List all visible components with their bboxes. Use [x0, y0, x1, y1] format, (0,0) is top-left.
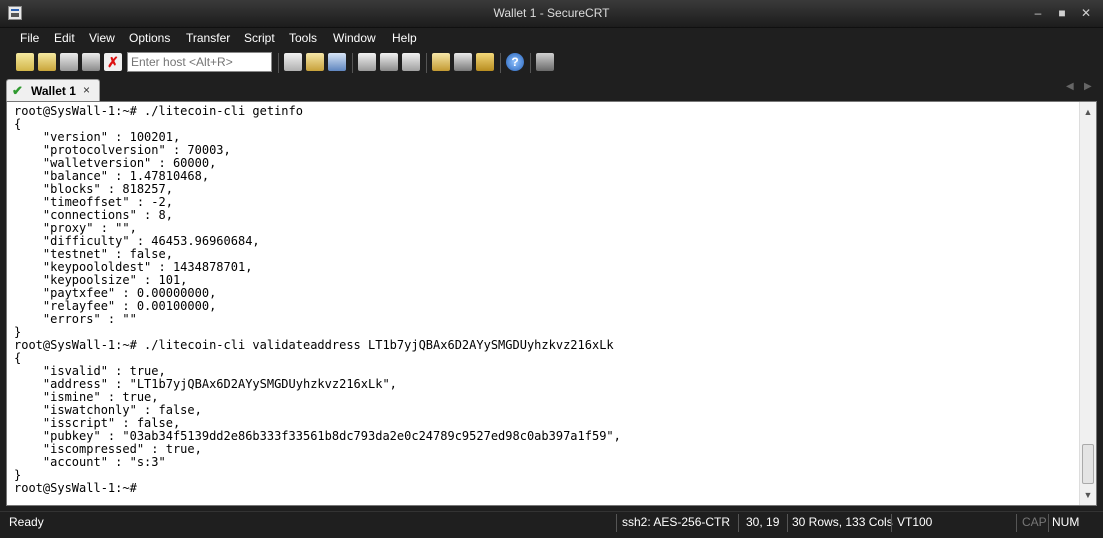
- status-caps-lock: CAP: [1022, 515, 1047, 529]
- terminal-line: "difficulty" : 46453.96960684,: [14, 234, 260, 248]
- print-selection-icon[interactable]: [380, 53, 398, 71]
- connect-in-tab-icon[interactable]: [60, 53, 78, 71]
- disconnect-icon[interactable]: ✗: [104, 53, 122, 71]
- terminal-line: "blocks" : 818257,: [14, 182, 173, 196]
- status-protocol: ssh2: AES-256-CTR: [622, 515, 731, 529]
- paste-icon[interactable]: [306, 53, 324, 71]
- scrollbar-thumb[interactable]: [1082, 444, 1094, 484]
- print-icon[interactable]: [358, 53, 376, 71]
- status-bar: Ready ssh2: AES-256-CTR 30, 19 30 Rows, …: [0, 511, 1103, 533]
- toolbar-divider: [500, 53, 501, 73]
- tab-scroll-right-icon[interactable]: ▶: [1084, 81, 1092, 92]
- window-title: Wallet 1 - SecureCRT: [493, 6, 610, 20]
- menu-tools[interactable]: Tools: [289, 31, 317, 45]
- terminal-line: root@SysWall-1:~#: [14, 481, 137, 495]
- menu-view[interactable]: View: [89, 31, 115, 45]
- terminal-window[interactable]: root@SysWall-1:~# ./litecoin-cli getinfo…: [6, 101, 1097, 506]
- title-bar: Wallet 1 - SecureCRT – ■ ✕: [0, 0, 1103, 28]
- tab-strip: ✔ Wallet 1 ×: [0, 77, 1103, 101]
- status-emulation: VT100: [897, 515, 933, 529]
- vertical-scrollbar[interactable]: ▲ ▼: [1079, 102, 1096, 505]
- terminal-output[interactable]: root@SysWall-1:~# ./litecoin-cli getinfo…: [14, 105, 1074, 503]
- menu-edit[interactable]: Edit: [54, 31, 75, 45]
- key-icon[interactable]: [476, 53, 494, 71]
- menu-transfer[interactable]: Transfer: [186, 31, 230, 45]
- toolbar-divider: [278, 53, 279, 73]
- toolbar-divider: [426, 53, 427, 73]
- quick-connect-icon[interactable]: [38, 53, 56, 71]
- toolbar: ✗ ?: [0, 50, 1103, 76]
- terminal-line: }: [14, 468, 22, 482]
- menu-bar: File Edit View Options Transfer Script T…: [0, 29, 1103, 49]
- status-terminal-size: 30 Rows, 133 Cols: [792, 515, 893, 529]
- status-num-lock: NUM: [1052, 515, 1080, 529]
- terminal-line: "connections" : 8,: [14, 208, 173, 222]
- terminal-line: root@SysWall-1:~# ./litecoin-cli getinfo: [14, 104, 303, 118]
- enter-host-input[interactable]: [127, 52, 272, 72]
- global-options-icon[interactable]: [454, 53, 472, 71]
- status-divider: [1016, 514, 1017, 532]
- terminal-line: "relayfee" : 0.00100000,: [14, 299, 217, 313]
- tab-label: Wallet 1: [31, 84, 76, 98]
- close-button[interactable]: ✕: [1075, 4, 1097, 22]
- status-cursor-position: 30, 19: [746, 515, 780, 529]
- help-icon[interactable]: ?: [506, 53, 524, 71]
- terminal-line: "timeoffset" : -2,: [14, 195, 173, 209]
- toolbar-divider: [530, 53, 531, 73]
- session-options-icon[interactable]: [432, 53, 450, 71]
- status-divider: [616, 514, 617, 532]
- print-setup-icon[interactable]: [402, 53, 420, 71]
- tab-close-icon[interactable]: ×: [83, 83, 90, 97]
- scroll-down-icon[interactable]: ▼: [1080, 487, 1096, 503]
- connect-icon[interactable]: [16, 53, 34, 71]
- status-ready: Ready: [9, 515, 44, 529]
- status-divider: [891, 514, 892, 532]
- minimize-button[interactable]: –: [1027, 4, 1049, 22]
- terminal-line: "account" : "s:3": [14, 455, 166, 469]
- connected-check-icon: ✔: [12, 83, 23, 98]
- status-divider: [787, 514, 788, 532]
- menu-file[interactable]: File: [20, 31, 39, 45]
- copy-icon[interactable]: [284, 53, 302, 71]
- status-divider: [738, 514, 739, 532]
- scroll-up-icon[interactable]: ▲: [1080, 104, 1096, 120]
- terminal-line: {: [14, 351, 22, 365]
- terminal-line: "errors" : "": [14, 312, 137, 326]
- status-divider: [1048, 514, 1049, 532]
- menu-script[interactable]: Script: [244, 31, 275, 45]
- terminal-line: root@SysWall-1:~# ./litecoin-cli validat…: [14, 338, 614, 352]
- menu-help[interactable]: Help: [392, 31, 417, 45]
- tab-wallet-1[interactable]: ✔ Wallet 1 ×: [6, 79, 100, 101]
- terminal-line: "balance" : 1.47810468,: [14, 169, 210, 183]
- window-controls: – ■ ✕: [1027, 4, 1097, 22]
- menu-options[interactable]: Options: [129, 31, 170, 45]
- maximize-button[interactable]: ■: [1051, 4, 1073, 22]
- find-icon[interactable]: [328, 53, 346, 71]
- tab-scroll-left-icon[interactable]: ◀: [1066, 81, 1074, 92]
- terminal-line: "address" : "LT1b7yjQBAx6D2AYySMGDUyhzkv…: [14, 377, 397, 391]
- reconnect-icon[interactable]: [82, 53, 100, 71]
- menu-window[interactable]: Window: [333, 31, 376, 45]
- toolbar-divider: [352, 53, 353, 73]
- terminal-line: "iscompressed" : true,: [14, 442, 202, 456]
- keymap-icon[interactable]: [536, 53, 554, 71]
